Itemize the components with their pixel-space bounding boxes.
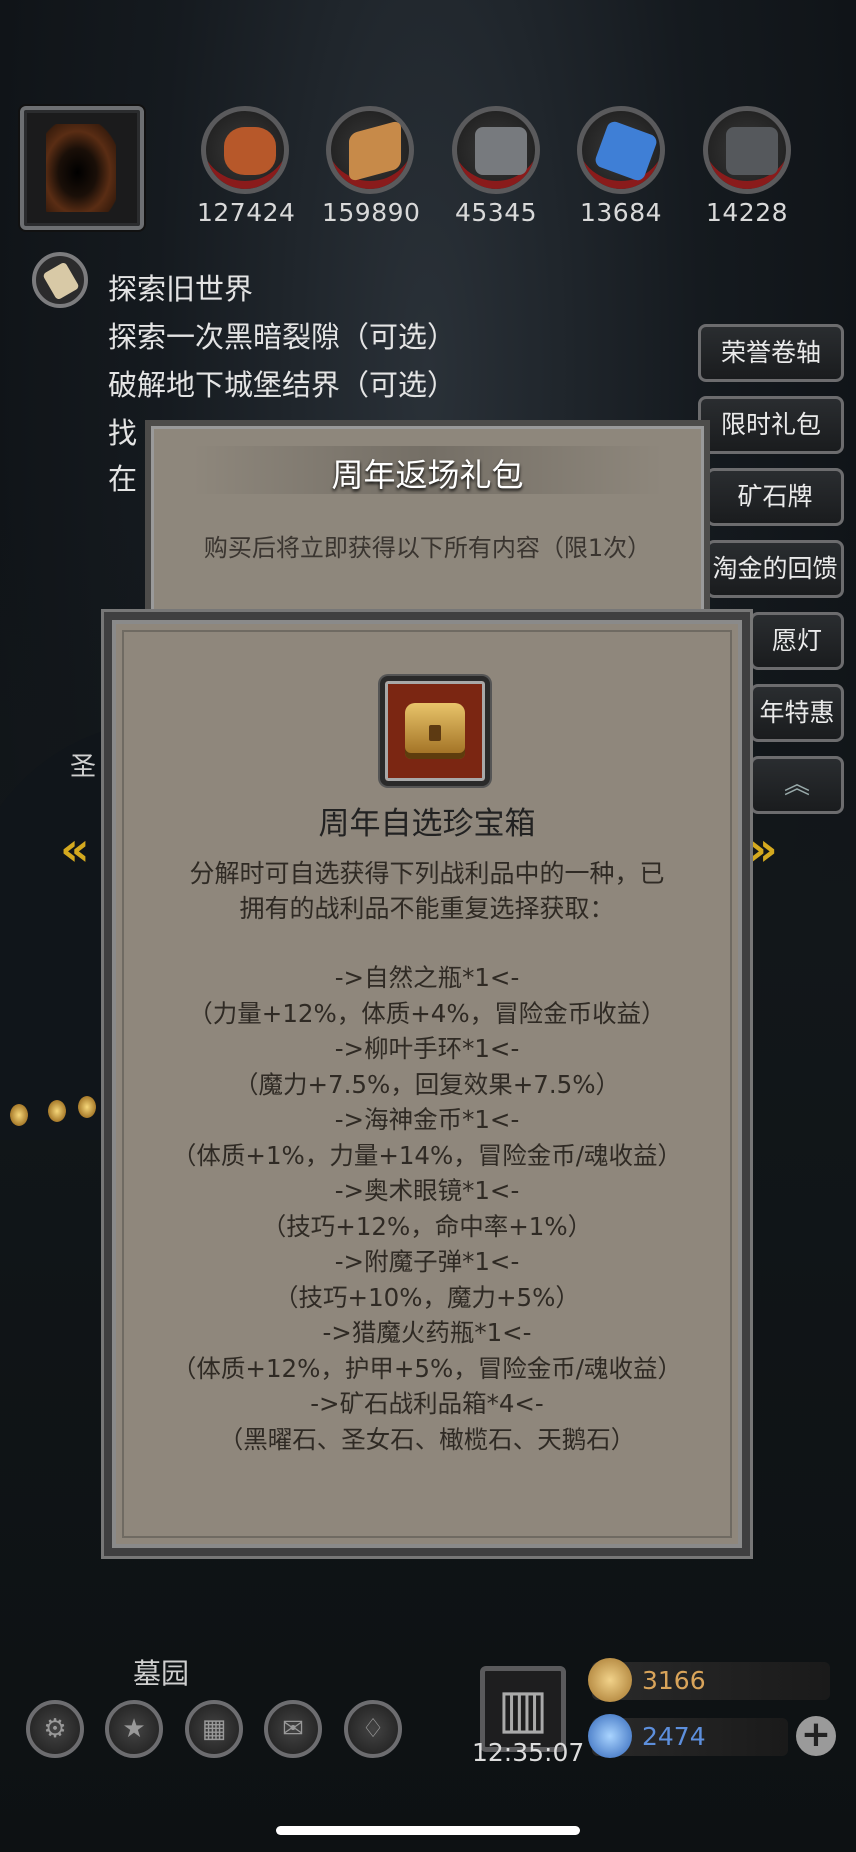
resource-value: 159890: [322, 198, 421, 227]
loot-effect: （魔力+7.5%，回复效果+7.5%）: [233, 1069, 621, 1099]
treasure-chest-icon: [380, 676, 490, 786]
item-title: 周年自选珍宝箱: [318, 806, 536, 842]
handshake-icon[interactable]: ♢: [344, 1700, 402, 1758]
collapse-menu-button[interactable]: ︽: [750, 756, 844, 814]
wish-lamp-button[interactable]: 愿灯: [750, 612, 844, 670]
dialog-title: 周年返场礼包: [331, 456, 524, 494]
map-location-label: 圣: [70, 752, 97, 782]
loot-effect: （体质+1%，力量+14%，冒险金币/魂收益）: [171, 1140, 683, 1170]
anniversary-pack-dialog: 周年返场礼包 购买后将立即获得以下所有内容（限1次）: [145, 420, 710, 620]
ore-card-button[interactable]: 矿石牌: [706, 468, 844, 526]
lantern-icon: [10, 1104, 28, 1126]
gem-amount: 2474: [642, 1722, 706, 1751]
player-avatar[interactable]: [20, 106, 144, 230]
loot-name: ->柳叶手环*1<-: [334, 1034, 520, 1063]
quest-title[interactable]: 探索旧世界: [108, 266, 253, 308]
item-description: 分解时可自选获得下列战利品中的一种，已 拥有的战利品不能重复选择获取：: [112, 856, 742, 926]
loot-list: ->自然之瓶*1<- （力量+12%，体质+4%，冒险金币收益） ->柳叶手环*…: [112, 960, 742, 1457]
loot-name: ->自然之瓶*1<-: [334, 963, 520, 992]
quest-line: 找: [108, 416, 138, 450]
home-indicator[interactable]: [276, 1826, 580, 1835]
achievement-icon[interactable]: ★: [105, 1700, 163, 1758]
quest-scroll-icon[interactable]: [32, 252, 88, 308]
ore-icon: [703, 106, 791, 194]
description-line: 分解时可自选获得下列战利品中的一种，已: [189, 859, 665, 888]
mail-icon[interactable]: ✉: [264, 1700, 322, 1758]
gold-coin-icon: [588, 1658, 632, 1702]
gold-amount: 3166: [642, 1666, 706, 1695]
hooded-figure-icon: [46, 124, 116, 212]
limited-pack-button[interactable]: 限时礼包: [698, 396, 844, 454]
settings-icon[interactable]: ⚙: [26, 1700, 84, 1758]
quest-line: 在: [108, 462, 138, 496]
description-line: 拥有的战利品不能重复选择获取：: [239, 894, 615, 923]
dialog-subtitle: 购买后将立即获得以下所有内容（限1次）: [203, 534, 652, 562]
wood-icon: [326, 106, 414, 194]
clock-time: 12:35:07: [472, 1738, 585, 1767]
gold-reward-button[interactable]: 淘金的回馈: [706, 540, 844, 598]
meat-icon: [201, 106, 289, 194]
loot-name: ->海神金币*1<-: [334, 1105, 520, 1134]
lantern-icon: [78, 1096, 96, 1118]
add-currency-button[interactable]: +: [796, 1716, 836, 1756]
lantern-icon: [48, 1100, 66, 1122]
loot-name: ->奥术眼镜*1<-: [334, 1176, 520, 1205]
loot-effect: （技巧+10%，魔力+5%）: [274, 1282, 580, 1312]
resource-meat[interactable]: 127424: [197, 106, 296, 227]
honor-scroll-button[interactable]: 荣誉卷轴: [698, 324, 844, 382]
gold-counter: 3166: [588, 1658, 830, 1702]
loot-name: ->猎魔火药瓶*1<-: [322, 1318, 532, 1347]
loot-effect: （技巧+12%，命中率+1%）: [261, 1211, 593, 1241]
gem-counter: 2474: [588, 1714, 788, 1758]
inventory-icon[interactable]: ▦: [185, 1700, 243, 1758]
gem-icon: [588, 1714, 632, 1758]
iron-icon: [452, 106, 540, 194]
resource-value: 127424: [197, 198, 296, 227]
resource-value: 14228: [705, 198, 789, 227]
loot-effect: （力量+12%，体质+4%，冒险金币收益）: [188, 998, 666, 1028]
prev-arrow-icon[interactable]: «: [60, 822, 90, 876]
anniversary-sale-button[interactable]: 年特惠: [750, 684, 844, 742]
location-label: 墓园: [133, 1657, 190, 1690]
next-arrow-icon[interactable]: »: [748, 822, 778, 876]
item-detail-popup[interactable]: 周年自选珍宝箱 分解时可自选获得下列战利品中的一种，已 拥有的战利品不能重复选择…: [104, 612, 750, 1556]
loot-effect: （黑曜石、圣女石、橄榄石、天鹅石）: [218, 1424, 636, 1454]
loot-effect: （体质+12%，护甲+5%，冒险金币/魂收益）: [171, 1353, 683, 1383]
quest-line: 破解地下城堡结界（可选）: [108, 368, 457, 402]
loot-name: ->矿石战利品箱*4<-: [310, 1389, 544, 1418]
resource-crystal[interactable]: 13684: [573, 106, 669, 227]
quest-line: 探索一次黑暗裂隙（可选）: [108, 320, 457, 354]
resource-value: 13684: [579, 198, 663, 227]
resource-wood[interactable]: 159890: [322, 106, 421, 227]
crystal-icon: [577, 106, 665, 194]
chevron-up-icon: ︽: [783, 770, 810, 800]
loot-name: ->附魔子弹*1<-: [334, 1247, 520, 1276]
resource-value: 45345: [454, 198, 538, 227]
resource-iron[interactable]: 45345: [448, 106, 544, 227]
resource-ore[interactable]: 14228: [699, 106, 795, 227]
